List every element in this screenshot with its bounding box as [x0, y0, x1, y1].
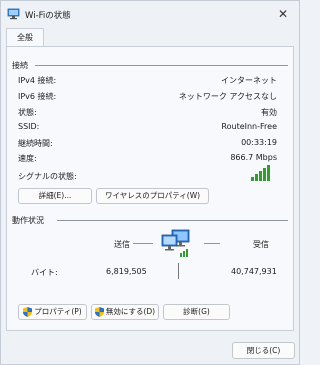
bytes-sent-value: 6,819,505 [106, 267, 147, 276]
close-button[interactable]: 閉じる(C) [232, 342, 295, 359]
state-label: 状態: [18, 108, 37, 117]
diagnose-button[interactable]: 診断(G) [163, 304, 230, 320]
bytes-label: バイト: [31, 268, 58, 277]
duration-label: 継続時間: [18, 139, 53, 148]
ipv4-value: インターネット [221, 76, 277, 85]
window-title: Wi-Fiの状態 [25, 11, 71, 21]
received-line [204, 243, 220, 244]
ipv6-value: ネットワーク アクセスなし [178, 92, 277, 101]
disable-button[interactable]: 無効にする(D) [91, 304, 159, 320]
properties-button[interactable]: プロパティ(P) [18, 304, 87, 320]
details-button[interactable]: 詳細(E)... [18, 188, 92, 204]
activity-separator [57, 220, 288, 221]
properties-button-label: プロパティ(P) [34, 307, 82, 316]
sent-label: 送信 [114, 240, 130, 249]
network-computers-icon [160, 228, 192, 260]
sent-line [133, 243, 153, 244]
ssid-label: SSID: [18, 122, 40, 131]
ipv4-label: IPv4 接続: [18, 76, 57, 85]
ssid-value: RouteInn-Free [221, 122, 277, 131]
uac-shield-icon [94, 307, 104, 317]
wifi-status-window: Wi-Fiの状態 ✕ 全般 接続 IPv4 接続: インターネット IPv6 接… [0, 0, 300, 365]
disable-button-label: 無効にする(D) [105, 307, 156, 316]
state-value: 有効 [261, 108, 277, 117]
activity-section-title: 動作状況 [12, 216, 44, 225]
speed-value: 866.7 Mbps [230, 153, 277, 162]
bytes-divider [178, 263, 179, 279]
duration-value: 00:33:19 [241, 138, 277, 147]
signal-quality-label: シグナルの状態: [18, 172, 77, 181]
title-bar[interactable]: Wi-Fiの状態 ✕ [1, 1, 299, 27]
signal-strength-icon [250, 165, 272, 183]
connection-section-title: 接続 [12, 61, 28, 70]
wireless-properties-button[interactable]: ワイヤレスのプロパティ(W) [96, 188, 209, 204]
connection-separator [35, 65, 288, 66]
uac-shield-icon [23, 307, 33, 317]
ipv6-label: IPv6 接続: [18, 92, 57, 101]
tab-general[interactable]: 全般 [6, 28, 44, 47]
speed-label: 速度: [18, 154, 37, 163]
bytes-received-value: 40,747,931 [231, 267, 277, 276]
received-label: 受信 [253, 240, 269, 249]
network-adapter-icon [7, 8, 20, 20]
close-icon[interactable]: ✕ [273, 4, 293, 24]
